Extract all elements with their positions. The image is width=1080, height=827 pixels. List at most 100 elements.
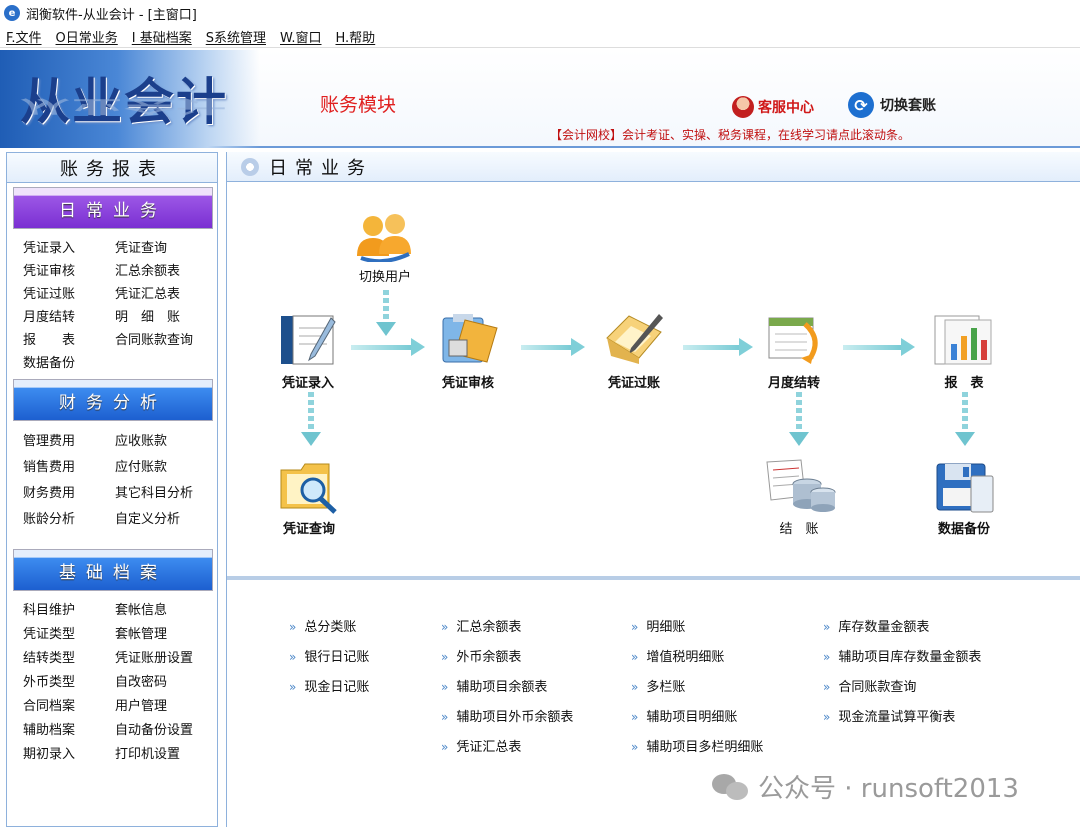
window-title: 润衡软件-从业会计 - [主窗口]: [26, 7, 197, 23]
menu-system-management[interactable]: S系统管理: [206, 27, 266, 46]
header-banner: 从业会计 从业会计 账务模块 客服中心 ⟳ 切换套账 【会计网校】会计考证、实操…: [0, 50, 1080, 148]
sidebar-item[interactable]: 数据备份: [13, 352, 105, 375]
sidebar-item[interactable]: 应收账款: [105, 429, 213, 455]
sidebar-item[interactable]: 打印机设置: [105, 743, 213, 767]
link-item[interactable]: » 增值税明细账: [631, 646, 724, 665]
arrow-down: [789, 392, 809, 448]
app-logo-icon: e: [4, 5, 20, 21]
sidebar: 账务报表 日常业务 凭证录入 凭证查询 凭证审核 汇总余额表 凭证过账 凭证汇总…: [6, 152, 218, 827]
link-item[interactable]: » 总分类账: [289, 616, 356, 635]
voucher-audit-icon: [442, 314, 498, 363]
sidebar-item[interactable]: 合同档案: [13, 695, 105, 719]
menu-file[interactable]: F.文件: [6, 27, 42, 46]
link-item[interactable]: » 明细账: [631, 616, 685, 635]
sidebar-item[interactable]: 科目维护: [13, 599, 105, 623]
menu-help[interactable]: H.帮助: [336, 27, 376, 46]
sidebar-item[interactable]: 报 表: [13, 329, 105, 352]
menu-basic-archive[interactable]: I 基础档案: [132, 27, 192, 46]
divider: [227, 576, 1080, 580]
sidebar-item[interactable]: 明 细 账: [105, 306, 213, 329]
flow-settle[interactable]: 结 账: [761, 456, 837, 537]
flow-month-close[interactable]: 月度结转: [761, 310, 827, 391]
sidebar-item[interactable]: 自改密码: [105, 671, 213, 695]
flow-voucher-query-label: 凭证查询: [282, 522, 335, 537]
sidebar-item[interactable]: 凭证录入: [13, 237, 105, 260]
main-header: 日常业务: [227, 152, 1080, 182]
sidebar-item[interactable]: 外币类型: [13, 671, 105, 695]
sidebar-item[interactable]: 凭证查询: [105, 237, 213, 260]
menu-daily-business[interactable]: O日常业务: [56, 27, 118, 46]
link-item[interactable]: » 辅助项目多栏明细账: [631, 736, 763, 755]
link-item[interactable]: » 现金日记账: [289, 676, 369, 695]
link-item[interactable]: » 汇总余额表: [441, 616, 521, 635]
flow-voucher-post-label: 凭证过账: [607, 376, 660, 391]
link-item[interactable]: » 辅助项目库存数量金额表: [823, 646, 981, 665]
sidebar-title: 账务报表: [7, 153, 217, 183]
sidebar-item[interactable]: 管理费用: [13, 429, 105, 455]
sidebar-item[interactable]: 合同账款查询: [105, 329, 213, 352]
module-name: 账务模块: [320, 94, 397, 116]
arrow-down: [301, 392, 321, 448]
sidebar-item[interactable]: 汇总余额表: [105, 260, 213, 283]
flow-voucher-query[interactable]: 凭证查询: [277, 456, 341, 537]
sidebar-item[interactable]: 凭证汇总表: [105, 283, 213, 306]
service-center-button[interactable]: 客服中心: [732, 96, 814, 118]
arrow-right: [683, 338, 753, 356]
flow-settle-label: 结 账: [779, 522, 819, 537]
title-bar: e 润衡软件-从业会计 - [主窗口]: [0, 0, 1080, 26]
section-header-daily[interactable]: 日常业务: [13, 187, 213, 229]
link-item[interactable]: » 辅助项目明细账: [631, 706, 737, 725]
flow-switch-user[interactable]: 切换用户: [353, 210, 417, 285]
flow-voucher-entry[interactable]: 凭证录入: [275, 310, 341, 391]
sidebar-item[interactable]: 凭证账册设置: [105, 647, 213, 671]
sidebar-item[interactable]: 套帐信息: [105, 599, 213, 623]
sidebar-item[interactable]: 套帐管理: [105, 623, 213, 647]
sidebar-item[interactable]: 账龄分析: [13, 507, 105, 533]
switch-account-button[interactable]: ⟳ 切换套账: [848, 92, 936, 118]
flow-voucher-audit-label: 凭证审核: [441, 376, 494, 391]
link-item[interactable]: » 多栏账: [631, 676, 685, 695]
link-item[interactable]: » 辅助项目余额表: [441, 676, 547, 695]
link-item[interactable]: » 凭证汇总表: [441, 736, 521, 755]
sidebar-item[interactable]: 凭证类型: [13, 623, 105, 647]
sidebar-section-analysis: 财务分析 管理费用 应收账款 销售费用 应付账款 财务费用 其它科目分析 账龄分…: [13, 379, 213, 533]
link-item[interactable]: » 合同账款查询: [823, 676, 916, 695]
flow-report[interactable]: 报 表: [931, 310, 997, 391]
watermark-text: 公众号 · runsoft2013: [758, 774, 1019, 804]
sidebar-item[interactable]: 用户管理: [105, 695, 213, 719]
menu-window[interactable]: W.窗口: [280, 27, 322, 46]
sidebar-item[interactable]: 辅助档案: [13, 719, 105, 743]
sidebar-item[interactable]: 结转类型: [13, 647, 105, 671]
link-item[interactable]: » 银行日记账: [289, 646, 369, 665]
flow-data-backup[interactable]: 数据备份: [931, 458, 997, 537]
report-chart-icon: [934, 315, 992, 365]
sidebar-item[interactable]: 凭证过账: [13, 283, 105, 306]
link-item[interactable]: » 辅助项目外币余额表: [441, 706, 573, 725]
arrow-right: [521, 338, 585, 356]
link-item[interactable]: » 现金流量试算平衡表: [823, 706, 955, 725]
notice-marquee[interactable]: 【会计网校】会计考证、实操、税务课程，在线学习请点此滚动条。: [550, 126, 910, 143]
users-icon: [357, 214, 411, 262]
voucher-query-icon: [280, 463, 337, 514]
flow-voucher-audit[interactable]: 凭证审核: [435, 310, 501, 391]
sidebar-item[interactable]: 凭证审核: [13, 260, 105, 283]
sidebar-item[interactable]: 自动备份设置: [105, 719, 213, 743]
sidebar-item[interactable]: 财务费用: [13, 481, 105, 507]
arrow-right: [843, 338, 915, 356]
section-header-archive[interactable]: 基础档案: [13, 549, 213, 591]
sidebar-item[interactable]: 月度结转: [13, 306, 105, 329]
sidebar-item[interactable]: 销售费用: [13, 455, 105, 481]
sidebar-item[interactable]: 应付账款: [105, 455, 213, 481]
link-item[interactable]: » 外币余额表: [441, 646, 521, 665]
link-item[interactable]: » 库存数量金额表: [823, 616, 929, 635]
main-title: 日常业务: [269, 157, 373, 179]
voucher-post-icon: [606, 314, 663, 364]
sidebar-item[interactable]: 自定义分析: [105, 507, 213, 533]
flow-voucher-post[interactable]: 凭证过账: [601, 308, 667, 391]
flow-month-close-label: 月度结转: [767, 376, 820, 391]
flow-data-backup-label: 数据备份: [937, 522, 990, 537]
voucher-entry-icon: [281, 315, 336, 365]
sidebar-item[interactable]: 其它科目分析: [105, 481, 213, 507]
sidebar-item[interactable]: 期初录入: [13, 743, 105, 767]
section-header-analysis[interactable]: 财务分析: [13, 379, 213, 421]
